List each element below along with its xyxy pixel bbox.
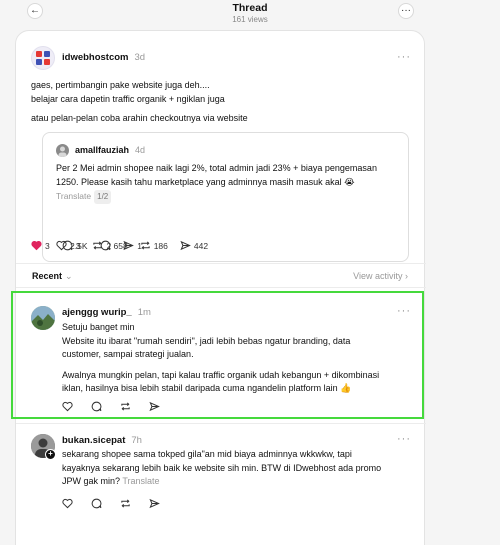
thread-more-button[interactable]: ··· (398, 3, 414, 19)
chevron-down-icon: ⌄ (65, 271, 73, 281)
comment-button[interactable]: 3 (62, 240, 81, 251)
quote-line: 1250. Please kasih tahu marketplace yang… (56, 176, 355, 187)
like-count: 3 (45, 240, 50, 251)
view-activity-label: View activity (353, 271, 403, 281)
idwebhost-logo-icon (36, 51, 50, 65)
post-actions-row: 3 3 2 1 (31, 240, 154, 251)
send-icon (123, 240, 135, 251)
ellipsis-icon: ··· (401, 5, 411, 16)
send-icon (149, 498, 160, 509)
comment-count: 3 (75, 240, 81, 251)
reply-body: Setuju banget min Website itu ibarat "ru… (62, 321, 422, 396)
reply-actions (62, 401, 175, 412)
repost-button[interactable]: 2 (92, 240, 111, 251)
reply-line: Awalnya mungkin pelan, tapi kalau traffi… (62, 369, 380, 380)
reply-line-text: JPW gak min? (62, 476, 121, 486)
username[interactable]: bukan.sicepat (62, 435, 125, 446)
top-bar: ← Thread 161 views ··· (0, 0, 500, 26)
heart-filled-icon (31, 240, 42, 251)
username[interactable]: amallfauziah (75, 145, 129, 155)
share-count: 442 (193, 240, 209, 251)
avatar[interactable] (31, 46, 55, 70)
like-button[interactable]: 3 (31, 240, 50, 251)
send-icon (149, 401, 160, 412)
sort-label: Recent (32, 271, 63, 281)
repost-button[interactable] (120, 401, 134, 412)
photo-avatar-icon (31, 306, 55, 330)
reply-author[interactable]: ajenggg wurip_ 1m (62, 307, 151, 318)
back-button[interactable]: ← (27, 3, 43, 19)
repost-icon (121, 402, 130, 411)
reply-line: Setuju banget min (62, 322, 135, 332)
reply-time: 7h (131, 435, 142, 446)
quote-author[interactable]: amallfauziah 4d (75, 145, 145, 155)
heart-icon (62, 498, 73, 509)
reply-time: 1m (137, 307, 151, 318)
post-body: gaes, pertimbangin pake website juga deh… (31, 79, 411, 126)
repost-icon (93, 241, 103, 250)
share-button[interactable] (149, 401, 163, 412)
post-author[interactable]: idwebhostcom 3d (62, 52, 145, 63)
username[interactable]: idwebhostcom (62, 52, 129, 63)
reply-line: sekarang shopee sama tokped gila"an mid … (62, 449, 352, 459)
comment-button[interactable] (91, 498, 105, 509)
reply-line: iklan, hasilnya bisa lebih stabil daripa… (62, 383, 352, 393)
reply-line: JPW gak min? Translate (62, 475, 422, 489)
comment-icon (91, 498, 102, 509)
post-line: gaes, pertimbangin pake website juga deh… (31, 80, 210, 90)
divider (16, 287, 426, 288)
reply-line: kayaknya sekarang lebih baik ke website … (62, 462, 382, 473)
person-icon (58, 146, 67, 157)
post-line: belajar cara dapetin traffic organik + n… (31, 93, 225, 104)
translate-link[interactable]: Translate (122, 476, 159, 486)
reply-more-button[interactable]: ··· (397, 433, 411, 445)
send-icon (180, 240, 191, 251)
username[interactable]: ajenggg wurip_ (62, 307, 132, 318)
repost-icon (121, 499, 130, 508)
share-button[interactable]: 442 (180, 240, 208, 251)
avatar[interactable] (31, 306, 55, 330)
reply-body: sekarang shopee sama tokped gila"an mid … (62, 448, 422, 489)
reply-actions (62, 498, 175, 509)
like-button[interactable] (62, 498, 76, 509)
divider (16, 423, 426, 424)
reply-line: Website itu ibarat "rumah sendiri", jadi… (62, 335, 351, 346)
post-time: 4d (135, 145, 146, 155)
heart-icon (62, 401, 73, 412)
share-button[interactable]: 1 (123, 240, 142, 251)
quote-body: Per 2 Mei admin shopee naik lagi 2%, tot… (56, 162, 406, 204)
share-button[interactable] (149, 498, 163, 509)
post-time: 3d (134, 52, 146, 63)
quote-line: Per 2 Mei admin shopee naik lagi 2%, tot… (56, 163, 377, 173)
comment-icon (62, 240, 73, 251)
post-line: atau pelan-pelan coba arahin checkoutnya… (31, 113, 248, 123)
translate-link[interactable]: Translate (56, 191, 91, 201)
post-more-button[interactable]: ··· (397, 51, 411, 63)
reply-author[interactable]: bukan.sicepat 7h (62, 435, 142, 446)
repost-count: 186 (153, 240, 168, 251)
page-indicator: 1/2 (94, 190, 112, 204)
view-count: 161 views (232, 15, 268, 24)
avatar[interactable] (56, 144, 69, 157)
follow-plus-icon[interactable]: + (45, 449, 56, 460)
like-button[interactable] (62, 401, 76, 412)
chevron-right-icon: › (405, 271, 408, 281)
reply-more-button[interactable]: ··· (397, 305, 411, 317)
view-activity-link[interactable]: View activity › (353, 271, 408, 281)
comment-button[interactable] (91, 401, 105, 412)
page-title: Thread (232, 2, 268, 14)
header-title-block: Thread 161 views (150, 2, 350, 24)
sort-dropdown[interactable]: Recent ⌄ (32, 271, 73, 282)
divider (16, 263, 426, 264)
repost-count: 2 (106, 240, 112, 251)
arrow-left-icon: ← (30, 5, 40, 16)
thread-card: idwebhostcom 3d ··· gaes, pertimbangin pa… (11, 30, 426, 545)
reply-line: customer, sampai strategi jualan. (62, 349, 194, 359)
share-count: 1 (137, 240, 142, 251)
comment-icon (91, 401, 102, 412)
repost-button[interactable] (120, 498, 134, 509)
